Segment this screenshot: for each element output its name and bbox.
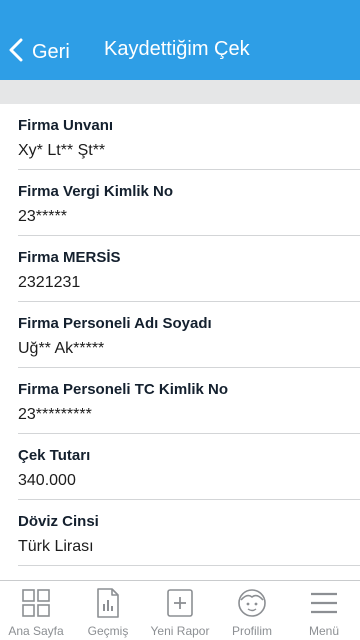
field-value: Türk Lirası [18, 538, 94, 555]
face-icon [237, 587, 267, 619]
tab-gecmis[interactable]: Geçmiş [72, 581, 144, 640]
bottom-tab-bar: Ana Sayfa Geçmiş Yeni Rapor Profilim Men… [0, 580, 360, 640]
detail-list: Firma Unvanı Xy* Lt** Şt** Firma Vergi K… [0, 104, 360, 566]
grid-icon [21, 587, 51, 619]
tab-profilim[interactable]: Profilim [216, 581, 288, 640]
field-label: Döviz Cinsi [18, 513, 99, 530]
hamburger-icon [309, 587, 339, 619]
back-label: Geri [32, 40, 70, 63]
tab-label: Profilim [231, 624, 272, 638]
field-label: Firma Personeli TC Kimlik No [18, 381, 229, 398]
page-title: Kaydettiğim Çek [104, 38, 250, 60]
tab-label: Menü [308, 624, 340, 638]
tab-label: Ana Sayfa [8, 624, 64, 638]
field-row-personel-tc: Firma Personeli TC Kimlik No 23********* [18, 368, 360, 434]
field-value: 340.000 [18, 472, 76, 489]
plus-box-icon [166, 587, 194, 619]
tab-ana-sayfa[interactable]: Ana Sayfa [0, 581, 72, 640]
field-value: 23***** [18, 208, 67, 225]
tab-label: Geçmiş [87, 624, 129, 638]
field-row-personel-adi: Firma Personeli Adı Soyadı Uğ** Ak***** [18, 302, 360, 368]
field-label: Firma Personeli Adı Soyadı [18, 315, 212, 332]
field-label: Firma MERSİS [18, 249, 121, 266]
field-label: Firma Vergi Kimlik No [18, 183, 174, 200]
field-row-firma-unvani: Firma Unvanı Xy* Lt** Şt** [18, 104, 360, 170]
back-button[interactable]: Geri [8, 34, 70, 70]
field-label: Firma Unvanı [18, 117, 114, 134]
tab-yeni-rapor[interactable]: Yeni Rapor [144, 581, 216, 640]
tab-menu[interactable]: Menü [288, 581, 360, 640]
field-value: Uğ** Ak***** [18, 340, 105, 357]
tab-label: Yeni Rapor [150, 624, 210, 638]
field-row-vergi-kimlik-no: Firma Vergi Kimlik No 23***** [18, 170, 360, 236]
field-row-doviz-cinsi: Döviz Cinsi Türk Lirası [18, 500, 360, 566]
document-chart-icon [96, 587, 120, 619]
field-label: Çek Tutarı [18, 447, 91, 464]
header-bar: Geri Kaydettiğim Çek [0, 0, 360, 80]
field-row-mersis: Firma MERSİS 2321231 [18, 236, 360, 302]
chevron-left-icon [8, 38, 24, 67]
field-value: 2321231 [18, 274, 81, 291]
field-row-cek-tutari: Çek Tutarı 340.000 [18, 434, 360, 500]
field-value: 23********* [18, 406, 92, 423]
field-value: Xy* Lt** Şt** [18, 142, 106, 159]
section-divider [0, 80, 360, 104]
